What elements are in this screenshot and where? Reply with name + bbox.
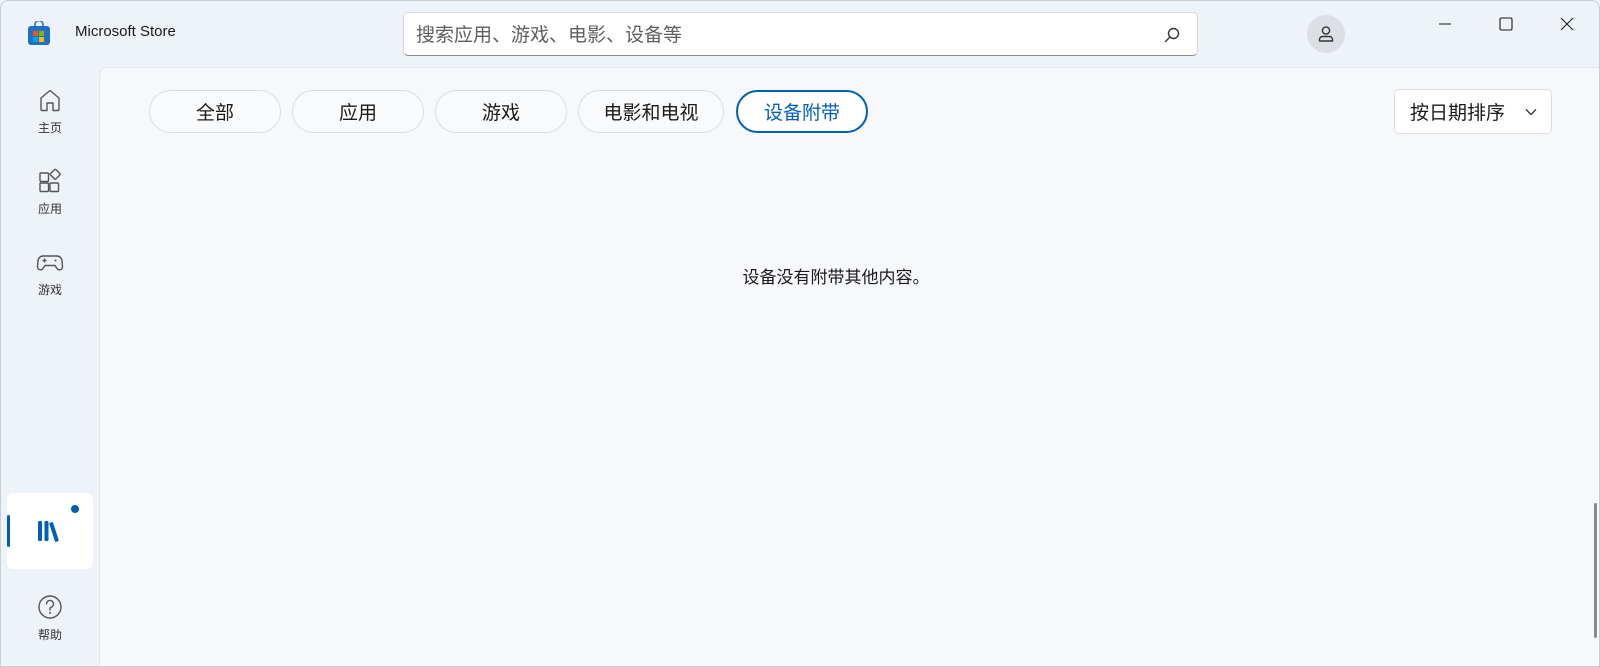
minimize-button[interactable]: [1422, 9, 1468, 39]
chevron-down-icon: [1525, 109, 1537, 116]
gamepad-icon: [36, 255, 64, 271]
empty-state-message: 设备没有附带其他内容。: [742, 268, 930, 288]
sort-dropdown[interactable]: 按日期排序: [1394, 89, 1552, 134]
home-icon: [40, 89, 60, 112]
nav-item-games[interactable]: 游戏: [7, 237, 93, 307]
store-window: Microsoft Store 搜索应用、游戏、电影、设备等 主页 应用 游戏 …: [0, 0, 1600, 667]
maximize-icon: [1499, 17, 1513, 31]
person-icon: [1318, 26, 1334, 42]
active-indicator: [7, 515, 10, 547]
minimize-icon: [1439, 23, 1451, 25]
filter-tab-apps[interactable]: 应用: [292, 90, 424, 133]
nav-label-games: 游戏: [37, 283, 62, 297]
nav-label-apps: 应用: [37, 202, 62, 216]
title-bar: Microsoft Store: [1, 1, 1599, 65]
store-logo-icon: [28, 21, 50, 45]
scrollbar[interactable]: [1594, 503, 1597, 638]
nav-item-help[interactable]: 帮助: [7, 582, 93, 652]
library-panel: 全部 应用 游戏 电影和电视 设备附带 按日期排序 设备没有附带其他内容。: [99, 67, 1599, 666]
search-box[interactable]: [403, 12, 1198, 56]
filter-tab-movies-tv[interactable]: 电影和电视: [578, 90, 724, 133]
notification-dot: [71, 505, 79, 513]
nav-label-home: 主页: [37, 121, 62, 135]
account-avatar[interactable]: [1307, 15, 1345, 53]
search-input[interactable]: [416, 23, 1136, 47]
help-icon: [38, 595, 62, 619]
close-icon: [1560, 17, 1574, 31]
library-icon: [38, 521, 59, 542]
filter-tab-all[interactable]: 全部: [149, 90, 281, 133]
maximize-button[interactable]: [1483, 9, 1529, 39]
search-icon[interactable]: [1163, 26, 1181, 44]
app-title: Microsoft Store: [75, 23, 176, 40]
nav-item-library[interactable]: [7, 493, 93, 569]
filter-tab-device-included[interactable]: 设备附带: [736, 90, 868, 133]
close-button[interactable]: [1544, 9, 1590, 39]
apps-icon: [39, 168, 61, 193]
nav-label-help: 帮助: [37, 628, 62, 642]
sort-label: 按日期排序: [1410, 102, 1506, 124]
nav-item-apps[interactable]: 应用: [7, 156, 93, 226]
nav-item-home[interactable]: 主页: [7, 75, 93, 145]
filter-tab-games[interactable]: 游戏: [435, 90, 567, 133]
